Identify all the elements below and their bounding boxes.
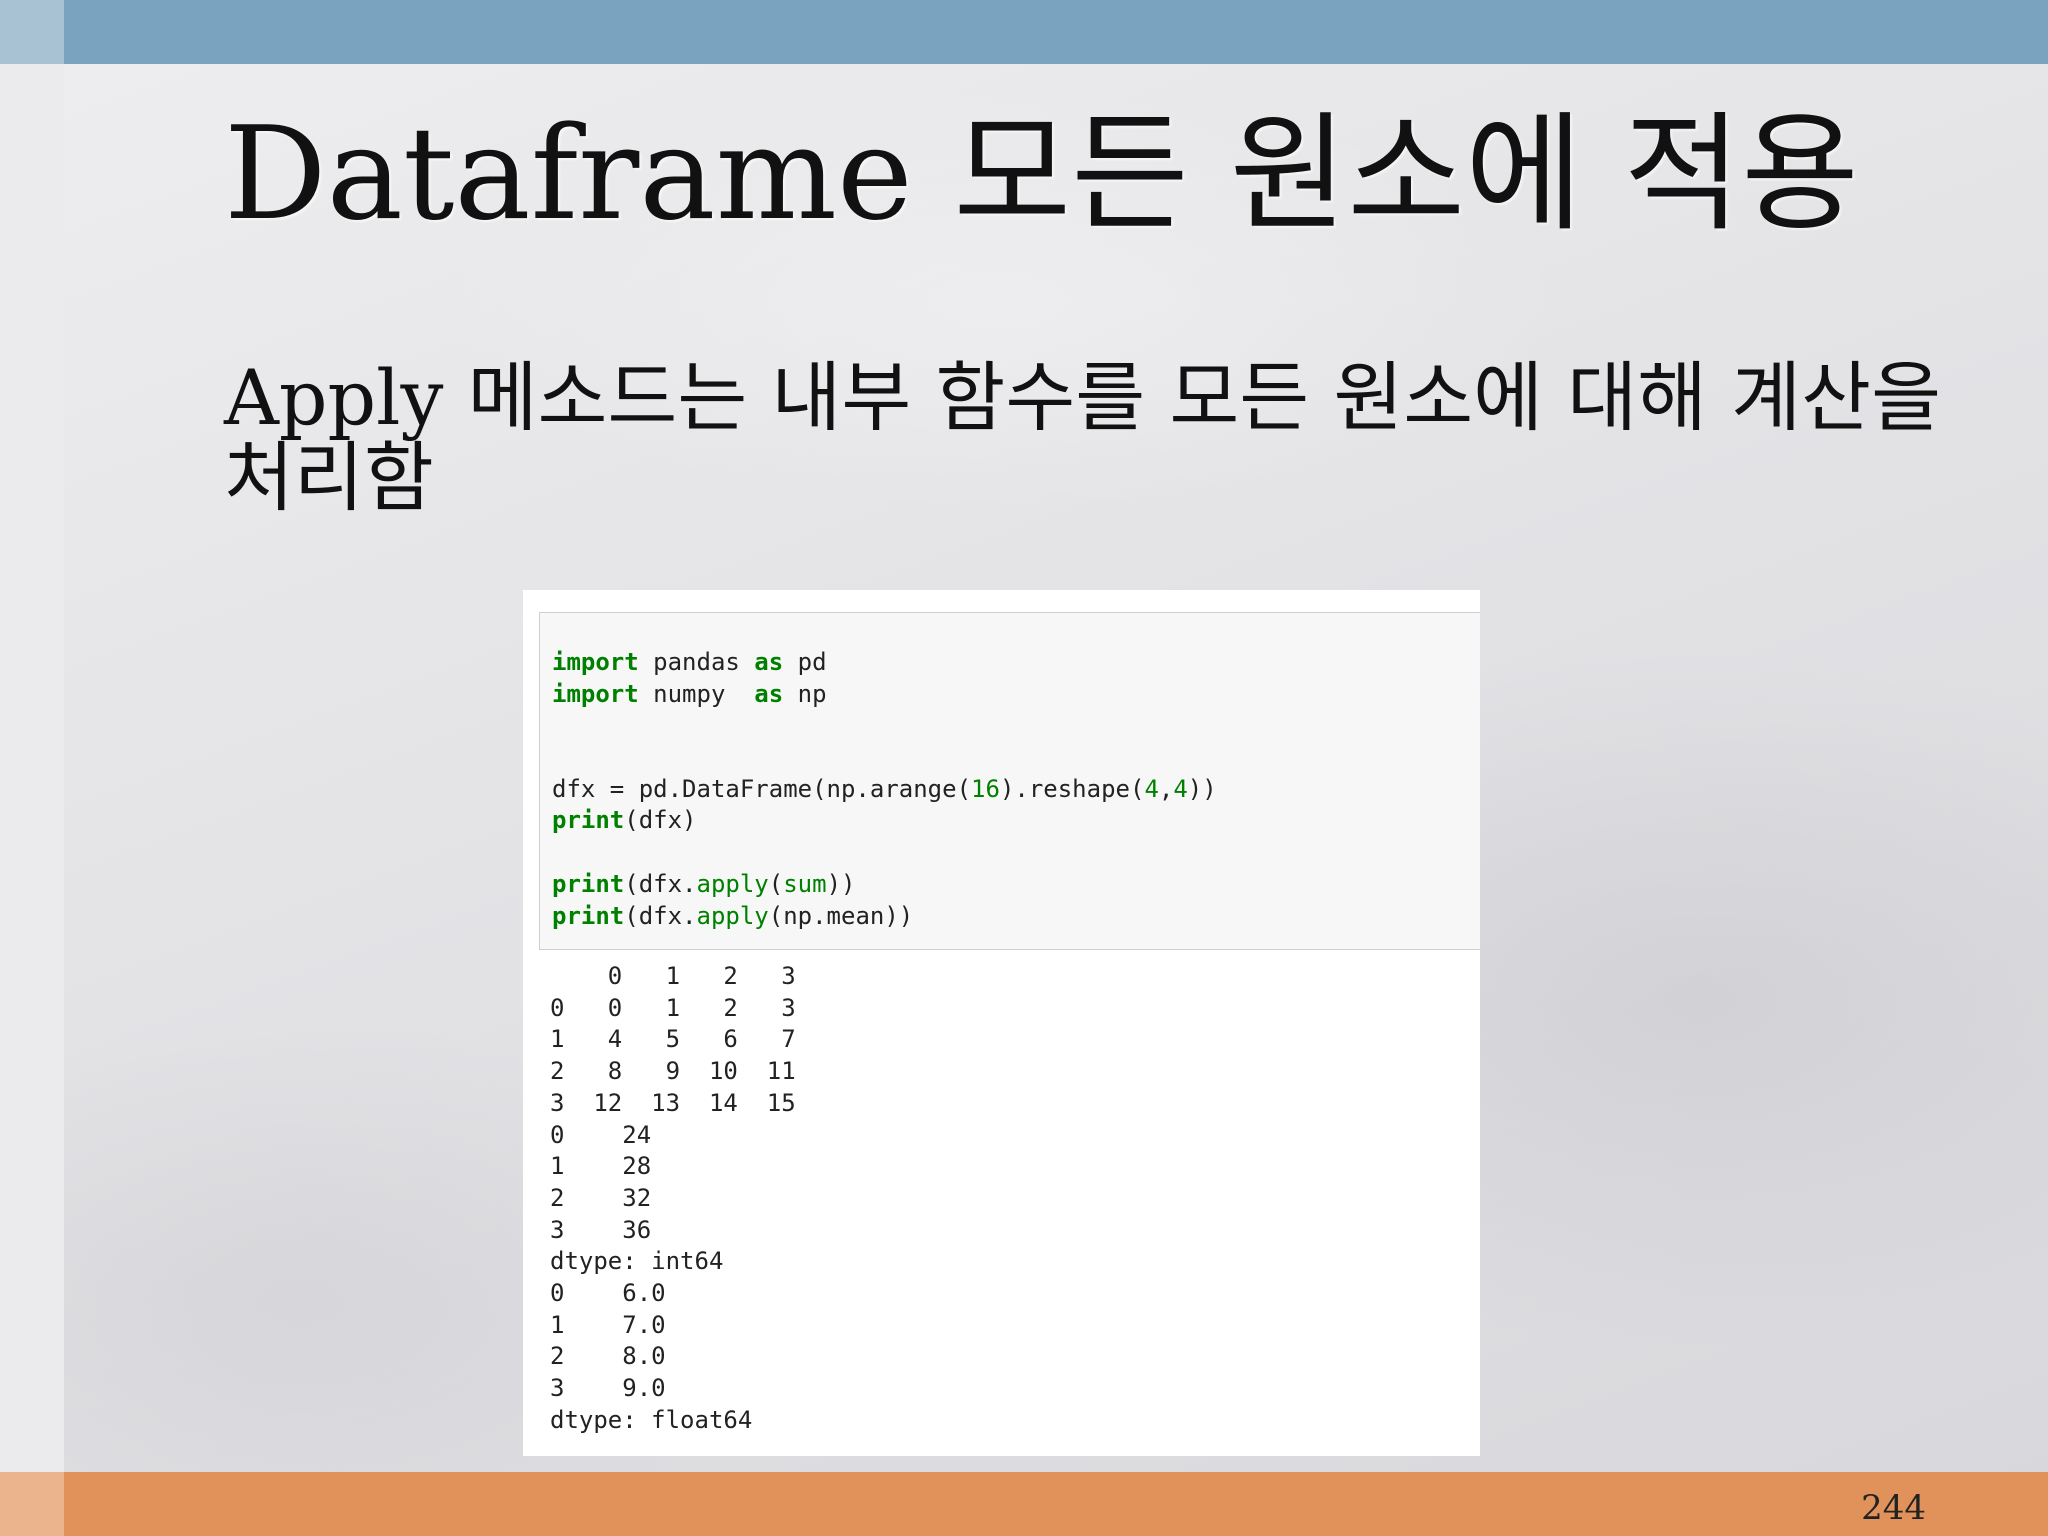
top-accent-corner <box>0 0 64 64</box>
code-block: import pandas as pd import numpy as np dfx… <box>552 647 1217 932</box>
code-token: (dfx) <box>624 806 697 835</box>
code-screenshot: import pandas as pd import numpy as np dfx… <box>523 590 1480 1456</box>
code-token: numpy <box>638 679 755 708</box>
output-line: 0 6.0 <box>550 1279 666 1308</box>
output-line: 1 4 5 6 7 <box>550 1025 796 1054</box>
code-token: apply <box>696 869 769 898</box>
code-line: print(dfx.apply(np.mean)) <box>552 901 1217 933</box>
output-line: 2 8 9 10 11 <box>550 1057 796 1086</box>
output-line: 2 8.0 <box>550 1342 666 1371</box>
code-token: print <box>552 869 625 898</box>
left-margin-strip <box>0 0 64 1536</box>
code-token: as <box>754 648 784 676</box>
output-line: dtype: int64 <box>550 1247 724 1276</box>
code-token: (np.mean)) <box>768 901 914 930</box>
code-output: 0 1 2 3 0 0 1 2 3 1 4 5 6 7 2 8 9 10 11 3 12… <box>550 961 796 1437</box>
code-token: import <box>552 679 639 708</box>
bottom-accent-corner <box>0 1472 64 1536</box>
output-line: 1 7.0 <box>550 1310 666 1339</box>
code-token: ( <box>768 869 784 898</box>
code-token: )) <box>826 869 856 898</box>
output-line: 3 12 13 14 15 <box>550 1088 796 1117</box>
code-token: 4 <box>1173 774 1188 803</box>
output-line: 3 36 <box>550 1215 652 1244</box>
code-line: dfx = pd.DataFrame(np.arange(16).reshape… <box>552 774 1217 806</box>
code-token: print <box>552 901 625 930</box>
slide-title: Dataframe 모든 원소에 적용 <box>224 100 1860 249</box>
output-line: 0 24 <box>550 1120 652 1149</box>
output-line: 3 9.0 <box>550 1374 666 1403</box>
code-token: print <box>552 806 625 835</box>
code-token: dfx = pd.DataFrame(np.arange( <box>552 774 972 803</box>
code-token: (dfx. <box>624 869 697 898</box>
code-token: import <box>552 648 639 676</box>
code-token: apply <box>696 901 769 930</box>
bottom-accent-bar <box>0 1472 2048 1536</box>
code-token: as <box>754 679 784 708</box>
code-token: )) <box>1187 774 1217 803</box>
output-line: 1 28 <box>550 1152 652 1181</box>
code-line: import numpy as np <box>552 679 1217 711</box>
code-line: print(dfx.apply(sum)) <box>552 869 1217 901</box>
code-input-cell: import pandas as pd import numpy as np dfx… <box>539 612 1480 950</box>
code-token: ).reshape( <box>999 774 1145 803</box>
code-token: np <box>783 679 827 708</box>
code-token: 4 <box>1144 774 1159 803</box>
output-line: 0 0 1 2 3 <box>550 993 796 1022</box>
code-line: print(dfx) <box>552 805 1217 837</box>
output-line: dtype: float64 <box>550 1405 753 1434</box>
code-token: (dfx. <box>624 901 697 930</box>
slide-body-text: Apply 메소드는 내부 함수를 모든 원소에 대해 계산을 처리함 <box>224 353 1942 522</box>
code-token: sum <box>783 869 827 898</box>
output-line: 2 32 <box>550 1183 652 1212</box>
page-number: 244 <box>1861 1488 1926 1528</box>
code-token: pandas <box>638 648 755 676</box>
code-line: import pandas as pd <box>552 647 1217 679</box>
code-token: 16 <box>971 774 1000 803</box>
output-line: 0 1 2 3 <box>550 962 796 990</box>
code-token: pd <box>783 648 827 676</box>
code-token: , <box>1158 774 1174 803</box>
top-accent-bar <box>0 0 2048 64</box>
